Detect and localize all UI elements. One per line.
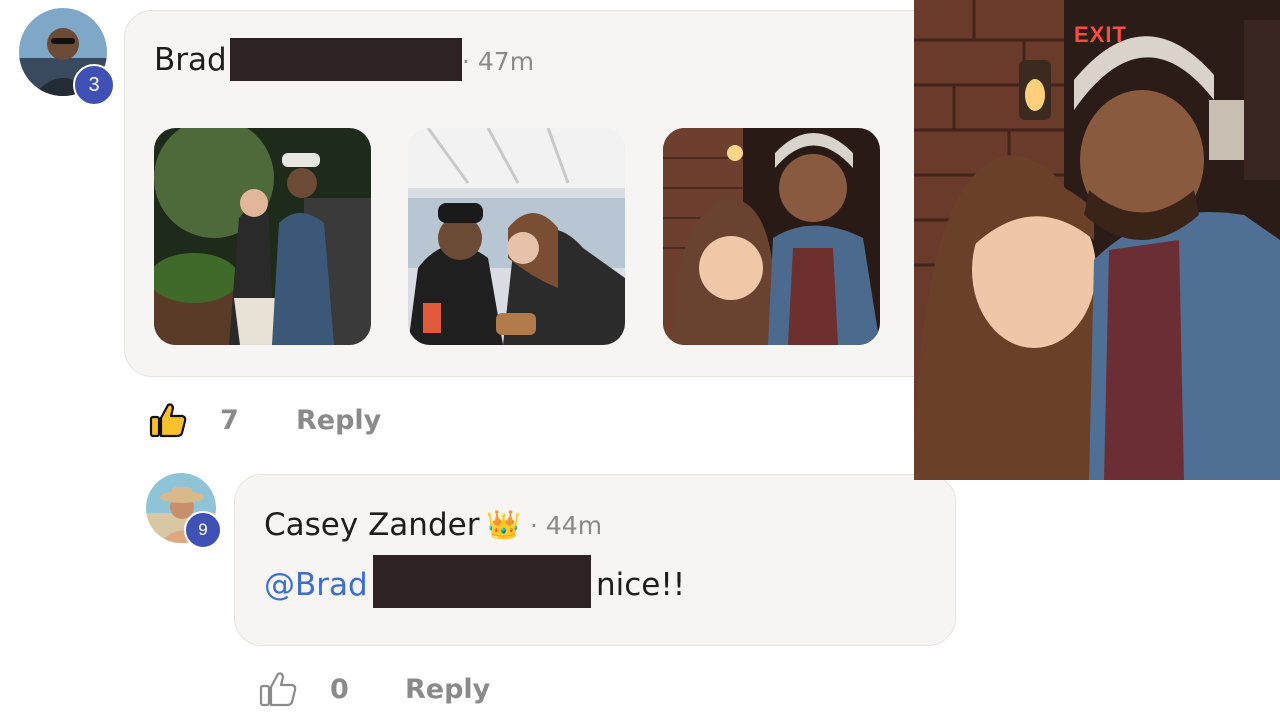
redacted-surname — [230, 38, 462, 81]
comment-timestamp: · 47m — [462, 47, 535, 76]
reply-author[interactable]: Casey Zander — [264, 505, 479, 545]
thumbs-up-filled-icon — [149, 403, 187, 438]
thumbs-up-outline-icon — [259, 672, 297, 707]
expanded-photo[interactable]: EXIT — [914, 0, 1280, 480]
reply-button[interactable]: Reply — [296, 404, 381, 438]
avatar-badge-casey: 9 — [184, 511, 222, 549]
reply-like-button[interactable] — [258, 669, 298, 709]
mention-link[interactable]: @Brad — [264, 566, 368, 604]
like-button[interactable] — [148, 400, 188, 440]
reply-like-count: 0 — [330, 674, 349, 705]
photo-thumbnail-2[interactable] — [408, 128, 625, 345]
photo-thumbnail-3[interactable] — [663, 128, 880, 345]
reply-bubble — [234, 474, 956, 646]
crown-icon: 👑 — [486, 509, 521, 540]
reply-timestamp: · 44m — [530, 511, 603, 540]
photo-thumbnail-1[interactable] — [154, 128, 371, 345]
avatar-badge-brad: 3 — [73, 64, 115, 106]
reply-reply-button[interactable]: Reply — [405, 673, 490, 707]
comment-author[interactable]: Brad — [154, 40, 227, 80]
exit-sign: EXIT — [1074, 22, 1127, 47]
redacted-mention-surname — [373, 555, 591, 608]
like-count: 7 — [220, 405, 239, 436]
reply-text: nice!! — [596, 567, 686, 603]
